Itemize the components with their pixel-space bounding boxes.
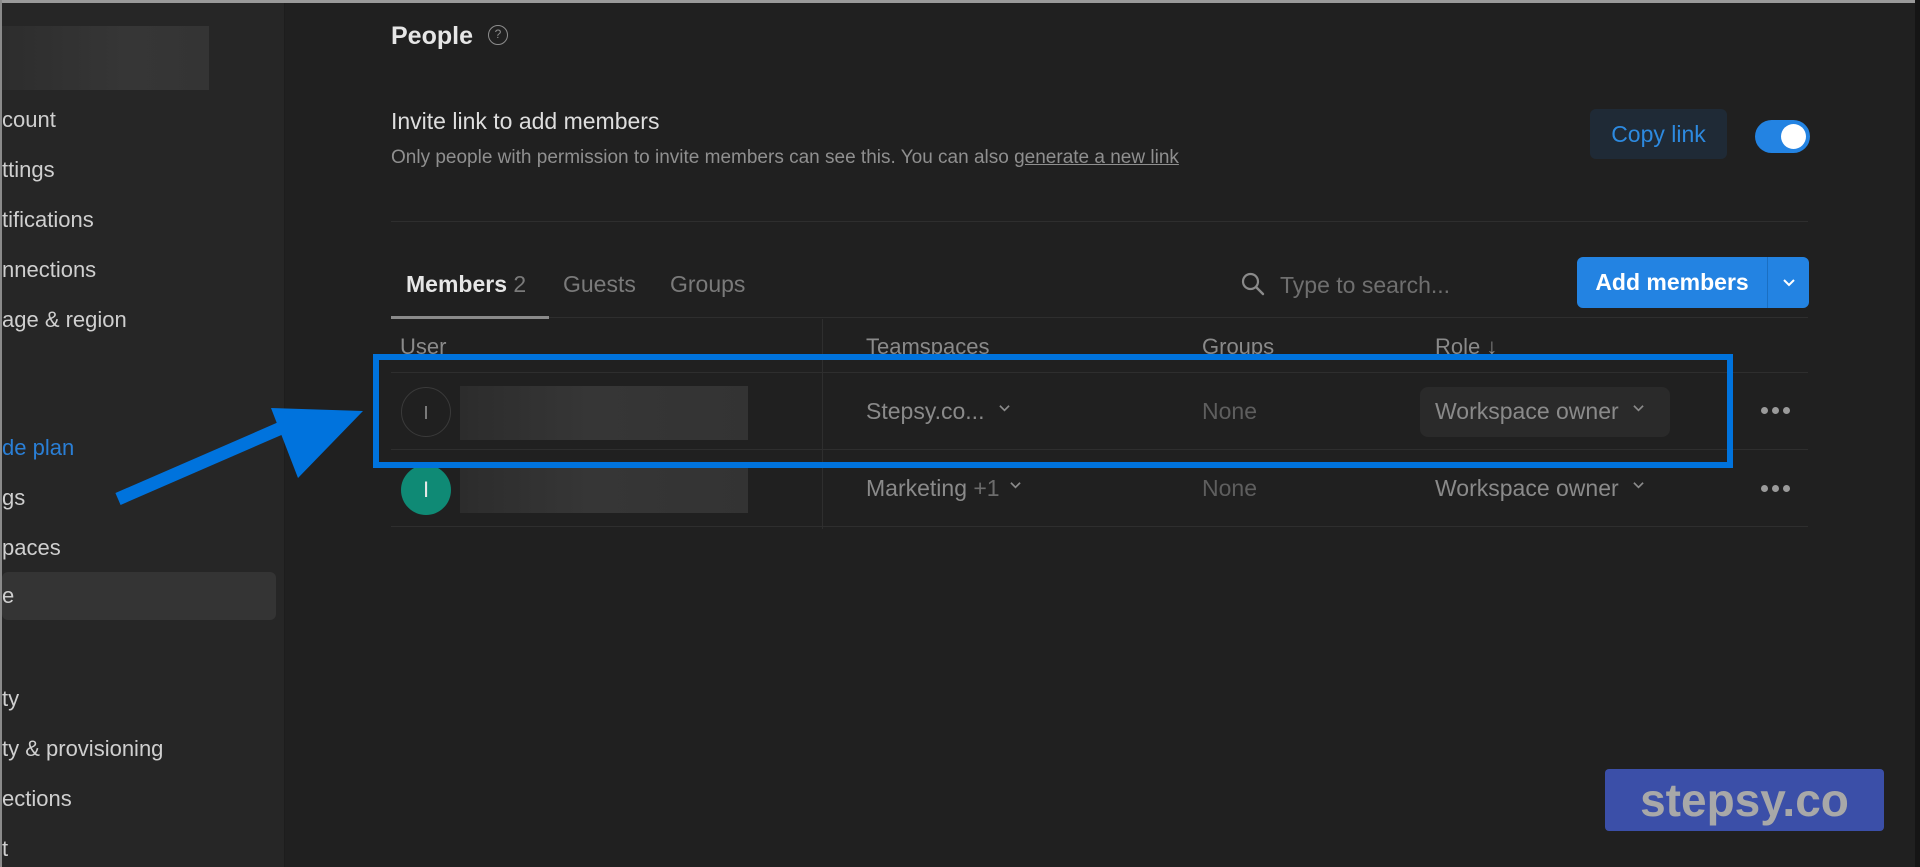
role-dropdown[interactable]: Workspace owner — [1435, 475, 1644, 502]
user-name-redacted — [460, 386, 748, 440]
sidebar-item-connections[interactable]: ections — [2, 779, 72, 819]
avatar: I — [401, 387, 451, 437]
page-title: People — [391, 22, 473, 50]
invite-link-toggle[interactable] — [1755, 120, 1810, 153]
window-right-border — [1915, 0, 1920, 867]
avatar: I — [401, 465, 451, 515]
teamspaces-extra-count: +1 — [973, 475, 1000, 501]
groups-value: None — [1202, 475, 1257, 501]
add-members-button-group: Add members — [1577, 257, 1809, 308]
tab-members[interactable]: Members 2 — [406, 271, 526, 298]
annotation-arrow-icon — [115, 408, 363, 505]
sidebar-item-my-settings[interactable]: ttings — [2, 150, 55, 190]
tabs-baseline — [549, 317, 1808, 318]
tab-members-label: Members — [406, 271, 507, 297]
invite-description-text: Only people with permission to invite me… — [391, 147, 1015, 168]
add-members-button[interactable]: Add members — [1577, 257, 1767, 308]
chevron-down-icon — [999, 405, 1010, 412]
member-search-input[interactable] — [1280, 265, 1500, 305]
sidebar-item-upgrade-plan[interactable]: de plan — [2, 428, 74, 468]
copy-link-button[interactable]: Copy link — [1590, 109, 1727, 159]
column-separator — [822, 319, 823, 529]
sidebar-item-my-account[interactable]: count — [2, 100, 56, 140]
row-divider — [391, 526, 1808, 527]
user-name-redacted — [460, 465, 748, 513]
role-dropdown[interactable]: Workspace owner — [1435, 398, 1644, 425]
invite-link-description: Only people with permission to invite me… — [391, 147, 1179, 169]
sidebar-item-settings[interactable]: gs — [2, 478, 25, 518]
sidebar-item-teamspaces[interactable]: paces — [2, 528, 61, 568]
workspace-name-redacted — [2, 26, 209, 90]
sidebar-item-security[interactable]: ty — [2, 679, 19, 719]
teamspaces-dropdown[interactable]: Stepsy.co... — [866, 398, 1010, 425]
chevron-down-icon — [1633, 482, 1644, 489]
section-divider — [391, 221, 1808, 222]
sidebar-item-my-notifications[interactable]: tifications — [2, 200, 94, 240]
column-header-user: User — [400, 334, 447, 359]
invite-link-title: Invite link to add members — [391, 108, 660, 134]
people-settings-panel: People ? Invite link to add members Only… — [285, 3, 1915, 867]
teamspaces-value: Stepsy.co... — [866, 398, 985, 424]
groups-value: None — [1202, 398, 1257, 424]
sidebar-item-people[interactable]: e — [2, 572, 276, 620]
teamspaces-value: Marketing — [866, 475, 967, 501]
chevron-down-icon — [1782, 279, 1795, 287]
column-header-role[interactable]: Role ↓ — [1435, 334, 1497, 360]
tab-guests[interactable]: Guests — [563, 271, 636, 298]
row-more-options-button[interactable] — [1761, 485, 1794, 492]
search-icon — [1241, 272, 1265, 296]
sidebar-item-language-region[interactable]: age & region — [2, 300, 127, 340]
column-header-groups: Groups — [1202, 334, 1275, 359]
row-divider — [391, 449, 1808, 450]
sidebar-item-my-connections[interactable]: nnections — [2, 250, 96, 290]
sidebar-item-import[interactable]: t — [2, 829, 8, 867]
role-value: Workspace owner — [1435, 398, 1619, 424]
members-count: 2 — [513, 271, 527, 297]
help-icon[interactable]: ? — [488, 25, 508, 45]
chevron-down-icon — [1633, 405, 1644, 412]
chevron-down-icon — [1010, 482, 1021, 489]
stepsy-watermark: stepsy.co — [1605, 769, 1884, 831]
generate-new-link[interactable]: generate a new link — [1014, 147, 1179, 168]
toggle-knob — [1781, 124, 1806, 149]
teamspaces-dropdown[interactable]: Marketing +1 — [866, 475, 1021, 502]
role-value: Workspace owner — [1435, 475, 1619, 501]
row-more-options-button[interactable] — [1761, 407, 1794, 414]
header-row-divider — [391, 372, 1808, 373]
tab-groups[interactable]: Groups — [670, 271, 745, 298]
active-tab-indicator — [391, 316, 549, 319]
column-header-teamspaces: Teamspaces — [866, 334, 990, 359]
add-members-dropdown-button[interactable] — [1768, 257, 1809, 308]
sidebar-item-identity-provisioning[interactable]: ty & provisioning — [2, 729, 163, 769]
